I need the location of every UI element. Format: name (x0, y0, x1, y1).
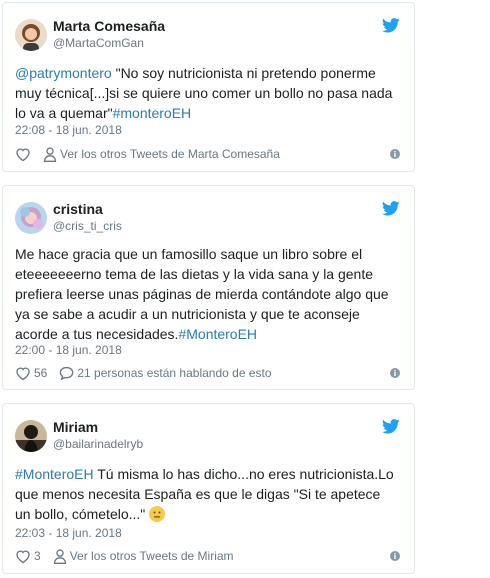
view-profile-label: Ver los otros Tweets de Miriam (69, 549, 234, 563)
twitter-bird-icon[interactable] (382, 201, 400, 216)
twitter-bird-icon[interactable] (382, 18, 400, 33)
speech-bubble-icon (60, 366, 74, 380)
author-handle[interactable]: @cris_ti_cris (53, 219, 122, 233)
tweet-timestamp[interactable]: 22:08 - 18 jun. 2018 (15, 123, 122, 137)
like-button[interactable]: 3 (15, 549, 41, 564)
view-profile-link[interactable]: Ver los otros Tweets de Marta Comesaña (43, 146, 280, 162)
person-icon (53, 548, 66, 564)
person-icon (43, 146, 57, 162)
twitter-bird-icon[interactable] (382, 419, 400, 434)
tweet-actions: 3 Ver los otros Tweets de Miriam (15, 547, 400, 565)
author-handle[interactable]: @bailarinadelryb (53, 437, 143, 451)
author-name[interactable]: Marta Comesaña (53, 18, 165, 34)
hashtag-link[interactable]: #monteroEH (113, 105, 192, 121)
mention-link[interactable]: @patrymontero (15, 65, 112, 81)
heart-icon (16, 550, 30, 563)
view-profile-link[interactable]: Ver los otros Tweets de Miriam (53, 548, 234, 564)
info-icon[interactable] (390, 368, 400, 378)
avatar[interactable] (15, 420, 47, 452)
tweet-timestamp[interactable]: 22:03 - 18 jun. 2018 (15, 526, 122, 540)
tweet-card[interactable]: Marta Comesaña @MartaComGan @patrymonter… (2, 2, 415, 172)
like-count: 3 (34, 549, 41, 563)
view-profile-label: Ver los otros Tweets de Marta Comesaña (60, 147, 280, 161)
like-button[interactable]: 56 (15, 366, 47, 381)
like-button[interactable] (15, 147, 31, 162)
avatar[interactable] (15, 202, 47, 234)
tweet-timestamp[interactable]: 22:00 - 18 jun. 2018 (15, 343, 122, 357)
author-handle[interactable]: @MartaComGan (53, 36, 144, 50)
tweet-text: #MonteroEH Tú misma lo has dicho...no er… (15, 466, 394, 522)
info-icon[interactable] (390, 551, 400, 561)
tweet-text: @patrymontero "No soy nutricionista ni p… (15, 65, 393, 121)
conversation-link[interactable]: 21 personas están hablando de esto (59, 366, 272, 380)
tweet-card[interactable]: cristina @cris_ti_cris Me hace gracia qu… (2, 185, 415, 390)
tweet-actions: 56 21 personas están hablando de esto (15, 364, 400, 382)
neutral-face-emoji (149, 506, 166, 522)
heart-icon (16, 148, 30, 161)
hashtag-link[interactable]: #MonteroEH (178, 326, 257, 342)
tweet-text: Me hace gracia que un famosillo saque un… (15, 246, 389, 342)
like-count: 56 (34, 366, 48, 380)
tweet-actions: Ver los otros Tweets de Marta Comesaña (15, 145, 400, 163)
author-name[interactable]: Miriam (53, 419, 98, 435)
hashtag-link[interactable]: #MonteroEH (15, 466, 94, 482)
conversation-label: 21 personas están hablando de esto (77, 366, 272, 380)
info-icon[interactable] (390, 149, 400, 159)
author-name[interactable]: cristina (53, 201, 103, 217)
heart-icon (16, 367, 30, 380)
tweet-card[interactable]: Miriam @bailarinadelryb #MonteroEH Tú mi… (2, 403, 415, 574)
avatar[interactable] (15, 19, 47, 51)
